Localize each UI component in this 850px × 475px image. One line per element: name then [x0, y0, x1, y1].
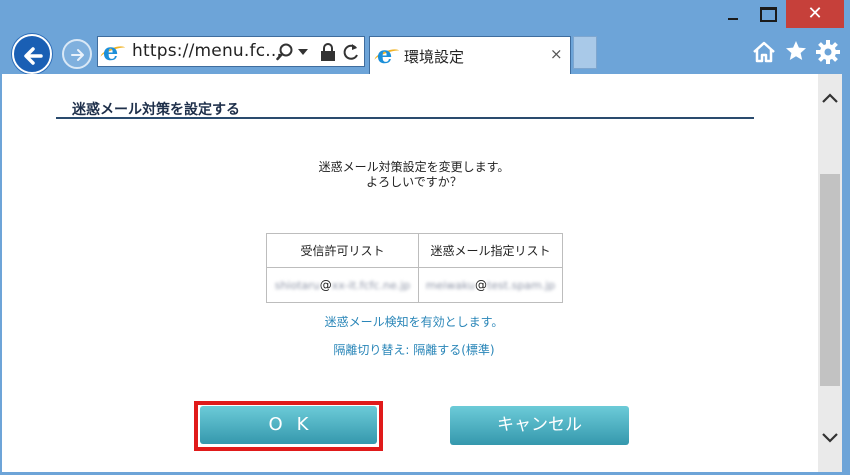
chevron-down-icon[interactable]: [298, 49, 308, 55]
forward-button[interactable]: [62, 39, 92, 69]
back-button[interactable]: [12, 34, 52, 74]
chevron-up-icon[interactable]: [818, 88, 842, 108]
allow-list-local: shiotaru: [274, 279, 320, 292]
spam-list-domain: test.spam.jp: [486, 279, 556, 292]
scroll-thumb[interactable]: [820, 174, 840, 386]
spam-detection-info: 迷惑メール検知を有効とします。: [324, 315, 504, 329]
ok-button[interactable]: OK: [200, 406, 377, 444]
ie-logo-icon: e: [102, 38, 124, 66]
tab-environment-settings[interactable]: e 環境設定 ×: [369, 36, 571, 74]
home-icon[interactable]: [752, 40, 776, 64]
minimize-button[interactable]: [710, 0, 756, 28]
allow-list-header: 受信許可リスト: [266, 233, 419, 268]
window-border-left: [0, 74, 2, 475]
spam-list-cell: meiwaku@test.spam.jp: [418, 267, 563, 303]
heading-divider: [56, 117, 754, 119]
title-bar: ✕: [0, 0, 850, 30]
star-icon[interactable]: [784, 39, 808, 63]
address-bar[interactable]: e https://menu.fc...: [97, 36, 365, 67]
chevron-down-icon[interactable]: [818, 428, 842, 448]
allow-list-at: @: [319, 278, 332, 292]
lock-icon[interactable]: [320, 42, 336, 62]
allow-list-domain: xx-it.fcfc.ne.jp: [331, 279, 411, 292]
refresh-icon[interactable]: [342, 42, 360, 62]
new-tab-button[interactable]: [573, 36, 597, 69]
maximize-button[interactable]: [757, 0, 783, 28]
close-window-button[interactable]: ✕: [786, 0, 844, 28]
table-header-row: 受信許可リスト 迷惑メール指定リスト: [266, 233, 563, 268]
lists-table: 受信許可リスト 迷惑メール指定リスト shiotaru@xx-it.fcfc.n…: [266, 233, 563, 303]
spam-list-at: @: [474, 278, 487, 292]
navigation-bar: e https://menu.fc... e 環境設定 ×: [0, 30, 850, 74]
spam-list-header: 迷惑メール指定リスト: [418, 233, 563, 268]
gear-icon[interactable]: [815, 39, 841, 65]
ie-tab-icon: e: [376, 41, 398, 69]
confirmation-line-1: 迷惑メール対策設定を変更します。: [318, 160, 510, 174]
table-row: shiotaru@xx-it.fcfc.ne.jp meiwaku@test.s…: [266, 267, 563, 303]
confirmation-message: 迷惑メール対策設定を変更します。 よろしいですか？: [264, 160, 564, 190]
spam-list-local: meiwaku: [425, 279, 475, 292]
cancel-button[interactable]: キャンセル: [450, 406, 629, 445]
confirmation-line-2: よろしいですか？: [366, 175, 462, 189]
tab-title: 環境設定: [404, 48, 465, 66]
vertical-scrollbar[interactable]: [818, 74, 842, 472]
tab-close-icon[interactable]: ×: [550, 45, 563, 63]
url-text[interactable]: https://menu.fc...: [132, 41, 282, 61]
allow-list-cell: shiotaru@xx-it.fcfc.ne.jp: [266, 267, 419, 303]
forward-arrow-icon: [71, 49, 84, 61]
window-border-right: [842, 74, 850, 475]
isolation-info: 隔離切り替え: 隔離する(標準): [333, 343, 495, 357]
page-title: 迷惑メール対策を設定する: [72, 102, 240, 118]
back-arrow-icon: [24, 47, 43, 65]
search-icon[interactable]: [276, 43, 294, 61]
